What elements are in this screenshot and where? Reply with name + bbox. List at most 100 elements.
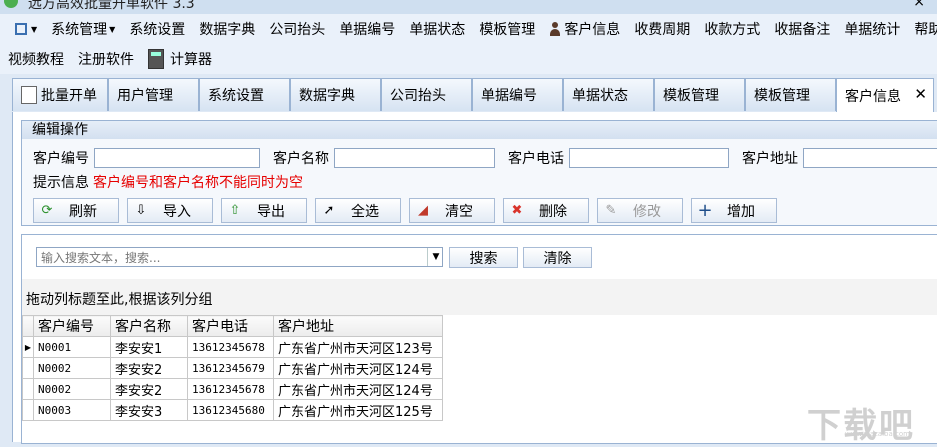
export-button[interactable]: ⇧ 导出 bbox=[221, 198, 307, 223]
cell-address[interactable]: 广东省广州市天河区124号 bbox=[273, 357, 443, 379]
row-indicator-header bbox=[22, 315, 34, 337]
menu-item-register[interactable]: 注册软件 bbox=[71, 49, 141, 69]
edit-button[interactable]: ✎ 修改 bbox=[597, 198, 683, 223]
tab-company-header[interactable]: 公司抬头 bbox=[381, 78, 472, 111]
search-dropdown-icon[interactable]: ▼ bbox=[427, 248, 444, 266]
menu-item-doc-number[interactable]: 单据编号 bbox=[332, 19, 402, 39]
table-row[interactable]: N0003 李安安3 13612345680 广东省广州市天河区125号 bbox=[22, 399, 443, 421]
cell-phone[interactable]: 13612345678 bbox=[187, 378, 274, 400]
cell-address[interactable]: 广东省广州市天河区125号 bbox=[273, 399, 443, 421]
menu-item-data-dictionary[interactable]: 数据字典 bbox=[192, 19, 262, 39]
menu-item-template-manage[interactable]: 模板管理 bbox=[472, 19, 542, 39]
column-header-name[interactable]: 客户名称 bbox=[110, 315, 188, 337]
cell-phone[interactable]: 13612345679 bbox=[187, 357, 274, 379]
watermark: 下载吧 www.xiazaiba.com bbox=[807, 398, 933, 446]
delete-icon: ✖ bbox=[511, 203, 523, 218]
menu-item-doc-stats[interactable]: 单据统计 bbox=[837, 19, 907, 39]
cell-code[interactable]: N0002 bbox=[33, 378, 111, 400]
column-header-code[interactable]: 客户编号 bbox=[33, 315, 111, 337]
column-header-phone[interactable]: 客户电话 bbox=[187, 315, 274, 337]
cell-name[interactable]: 李安安3 bbox=[110, 399, 188, 421]
select-all-button[interactable]: ➚ 全选 bbox=[315, 198, 401, 223]
cell-name[interactable]: 李安安2 bbox=[110, 357, 188, 379]
cell-code[interactable]: N0002 bbox=[33, 357, 111, 379]
cell-phone[interactable]: 13612345680 bbox=[187, 399, 274, 421]
menu-bar: ▼ 系统管理 ▼ 系统设置 数据字典 公司抬头 单据编号 单据状态 模板管理 客户… bbox=[0, 14, 937, 74]
tab-batch-billing[interactable]: 批量开单 bbox=[12, 78, 108, 111]
import-icon: ⇩ bbox=[135, 203, 147, 218]
menu-item-billing-cycle[interactable]: 收费周期 bbox=[627, 19, 697, 39]
tab-doc-status[interactable]: 单据状态 bbox=[563, 78, 654, 111]
search-button[interactable]: 搜索 bbox=[449, 247, 518, 268]
current-row-indicator: ▶ bbox=[22, 336, 34, 358]
edit-panel: 编辑操作 客户编号 客户名称 客户电话 客户地址 提示信息 客户编号和客户名称不… bbox=[21, 120, 937, 226]
plus-icon: + bbox=[697, 200, 713, 221]
menu-item-customer-info[interactable]: 客户信息 bbox=[542, 19, 627, 39]
delete-button[interactable]: ✖ 删除 bbox=[503, 198, 589, 223]
menu-item-calculator[interactable]: 计算器 bbox=[141, 49, 219, 69]
customer-phone-label: 客户电话 bbox=[508, 151, 564, 167]
customer-table: 客户编号 客户名称 客户电话 客户地址 ▶ N0001 李安安1 1361234… bbox=[22, 315, 443, 421]
menu-row-1: ▼ 系统管理 ▼ 系统设置 数据字典 公司抬头 单据编号 单据状态 模板管理 客户… bbox=[8, 16, 937, 42]
export-icon: ⇧ bbox=[229, 203, 241, 218]
tab-customer-info[interactable]: 客户信息 ✕ bbox=[836, 78, 934, 112]
document-icon bbox=[21, 86, 37, 104]
add-button[interactable]: + 增加 bbox=[691, 198, 777, 223]
customer-code-input[interactable] bbox=[94, 148, 260, 168]
menu-item-system-settings[interactable]: 系统设置 bbox=[122, 19, 192, 39]
tab-system-settings[interactable]: 系统设置 bbox=[199, 78, 290, 111]
tab-strip: 批量开单 用户管理 系统设置 数据字典 公司抬头 单据编号 单据状态 模板管理 … bbox=[12, 78, 937, 112]
table-row[interactable]: N0002 李安安2 13612345678 广东省广州市天河区124号 bbox=[22, 378, 443, 400]
tab-template-manage-2[interactable]: 模板管理 bbox=[745, 78, 836, 111]
cursor-icon: ➚ bbox=[323, 203, 335, 218]
cell-name[interactable]: 李安安1 bbox=[110, 336, 188, 358]
search-grid-panel: 输入搜索文本，搜索... ▼ 搜索 清除 拖动列标题至此,根据该列分组 客户编号… bbox=[21, 234, 937, 444]
clear-button[interactable]: ◢ 清空 bbox=[409, 198, 495, 223]
menu-item-company-header[interactable]: 公司抬头 bbox=[262, 19, 332, 39]
hint-message: 客户编号和客户名称不能同时为空 bbox=[93, 175, 303, 191]
title-bar: 远方高效批量开单软件 3.3 × bbox=[0, 0, 937, 14]
hint-label: 提示信息 bbox=[33, 175, 89, 191]
tab-user-manage[interactable]: 用户管理 bbox=[108, 78, 199, 111]
content-area: 编辑操作 客户编号 客户名称 客户电话 客户地址 提示信息 客户编号和客户名称不… bbox=[12, 112, 937, 444]
refresh-button[interactable]: ⟳ 刷新 bbox=[33, 198, 119, 223]
watermark-url: www.xiazaiba.com bbox=[845, 430, 910, 438]
menu-row-2: 视频教程 注册软件 计算器 bbox=[8, 46, 219, 72]
cell-code[interactable]: N0003 bbox=[33, 399, 111, 421]
app-icon bbox=[4, 0, 18, 8]
pencil-icon: ✎ bbox=[605, 203, 617, 218]
table-row[interactable]: N0002 李安安2 13612345679 广东省广州市天河区124号 bbox=[22, 357, 443, 379]
search-input[interactable]: 输入搜索文本，搜索... bbox=[36, 247, 443, 267]
cell-address[interactable]: 广东省广州市天河区124号 bbox=[273, 378, 443, 400]
clear-search-button[interactable]: 清除 bbox=[523, 247, 592, 268]
refresh-icon: ⟳ bbox=[41, 203, 53, 218]
cell-name[interactable]: 李安安2 bbox=[110, 378, 188, 400]
tab-doc-number[interactable]: 单据编号 bbox=[472, 78, 563, 111]
menu-item-video-tutorial[interactable]: 视频教程 bbox=[8, 49, 71, 69]
calculator-icon bbox=[148, 49, 164, 69]
customer-name-label: 客户名称 bbox=[273, 151, 329, 167]
menu-item-system-manage[interactable]: 系统管理 ▼ bbox=[44, 19, 122, 39]
cell-code[interactable]: N0001 bbox=[33, 336, 111, 358]
menu-item-doc-status[interactable]: 单据状态 bbox=[402, 19, 472, 39]
tab-data-dictionary[interactable]: 数据字典 bbox=[290, 78, 381, 111]
tab-template-manage-1[interactable]: 模板管理 bbox=[654, 78, 745, 111]
customer-address-label: 客户地址 bbox=[742, 151, 798, 167]
cell-address[interactable]: 广东省广州市天河区123号 bbox=[273, 336, 443, 358]
import-button[interactable]: ⇩ 导入 bbox=[127, 198, 213, 223]
close-tab-icon[interactable]: ✕ bbox=[914, 85, 927, 103]
cell-phone[interactable]: 13612345678 bbox=[187, 336, 274, 358]
grid-icon bbox=[15, 23, 27, 35]
close-window-button[interactable]: × bbox=[913, 0, 925, 10]
customer-address-input[interactable] bbox=[803, 148, 937, 168]
window-title: 远方高效批量开单软件 3.3 bbox=[28, 0, 195, 12]
customer-code-label: 客户编号 bbox=[33, 151, 89, 167]
column-header-address[interactable]: 客户地址 bbox=[273, 315, 443, 337]
menu-item-receipt-notes[interactable]: 收据备注 bbox=[767, 19, 837, 39]
menu-item-help[interactable]: 帮助 bbox=[907, 19, 937, 39]
customer-name-input[interactable] bbox=[334, 148, 495, 168]
menu-item-payment-method[interactable]: 收款方式 bbox=[697, 19, 767, 39]
table-row[interactable]: ▶ N0001 李安安1 13612345678 广东省广州市天河区123号 bbox=[22, 336, 443, 358]
menu-item-app[interactable]: ▼ bbox=[8, 23, 44, 35]
customer-phone-input[interactable] bbox=[569, 148, 729, 168]
